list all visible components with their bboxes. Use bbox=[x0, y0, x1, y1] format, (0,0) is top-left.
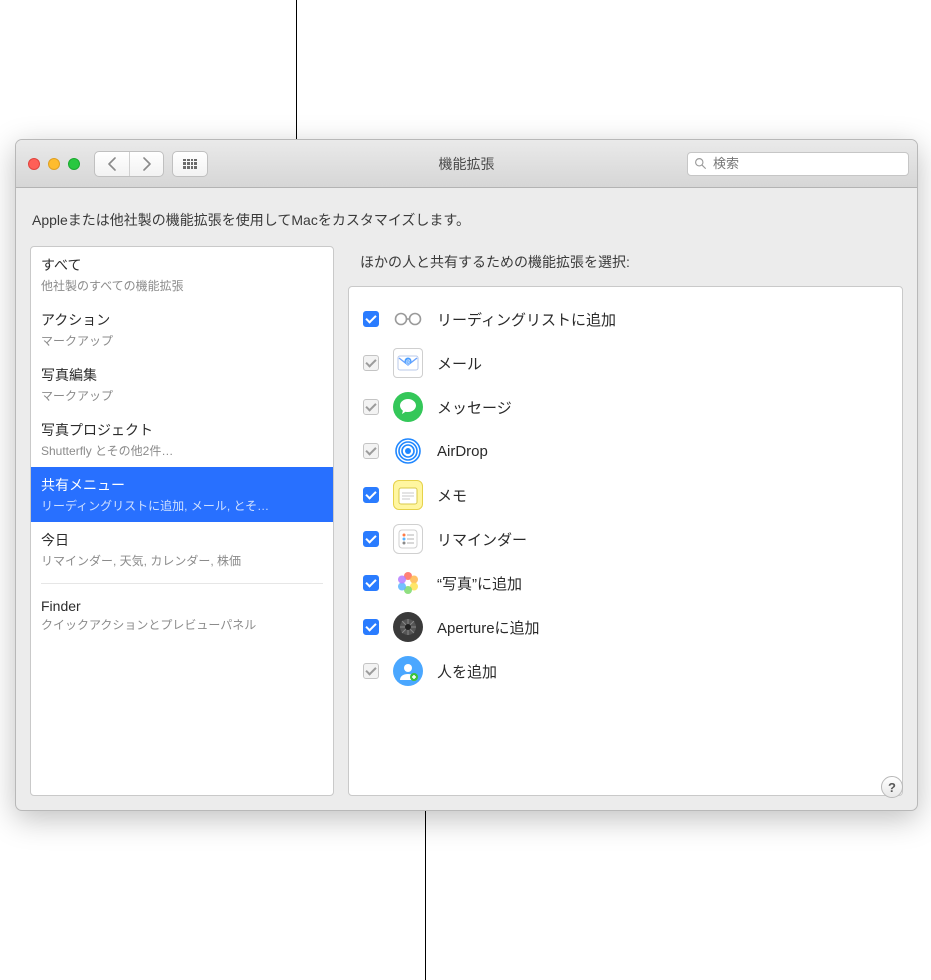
help-button[interactable]: ? bbox=[881, 776, 903, 798]
window-title: 機能拡張 bbox=[439, 154, 495, 174]
detail-heading: ほかの人と共有するための機能拡張を選択: bbox=[348, 246, 903, 286]
extension-checkbox[interactable] bbox=[363, 531, 379, 547]
minimize-icon[interactable] bbox=[48, 158, 60, 170]
chevron-right-icon bbox=[141, 157, 152, 171]
extension-row: リマインダー bbox=[363, 517, 888, 561]
extension-checkbox[interactable] bbox=[363, 311, 379, 327]
reminders-icon bbox=[393, 524, 423, 554]
detail-pane: ほかの人と共有するための機能拡張を選択: リーディングリストに追加 @ メールメッセ… bbox=[348, 246, 903, 796]
category-sidebar: すべて他社製のすべての機能拡張アクションマークアップ写真編集マークアップ写真プロ… bbox=[30, 246, 334, 796]
back-button[interactable] bbox=[95, 152, 129, 176]
sidebar-item-title: 写真編集 bbox=[41, 365, 323, 385]
sidebar-item-subtitle: マークアップ bbox=[41, 332, 323, 349]
extension-row: メッセージ bbox=[363, 385, 888, 429]
extension-checkbox bbox=[363, 663, 379, 679]
sidebar-item-title: Finder bbox=[41, 598, 323, 614]
sidebar-item[interactable]: 写真編集マークアップ bbox=[31, 357, 333, 412]
extension-checkbox bbox=[363, 443, 379, 459]
extension-checkbox[interactable] bbox=[363, 487, 379, 503]
content-area: すべて他社製のすべての機能拡張アクションマークアップ写真編集マークアップ写真プロ… bbox=[16, 246, 917, 810]
extension-label: メール bbox=[437, 353, 482, 374]
sidebar-separator bbox=[41, 583, 323, 584]
extension-label: AirDrop bbox=[437, 443, 488, 460]
extension-label: メッセージ bbox=[437, 397, 512, 418]
aperture-icon bbox=[393, 612, 423, 642]
forward-button[interactable] bbox=[129, 152, 163, 176]
titlebar: 機能拡張 bbox=[16, 140, 917, 188]
sidebar-item[interactable]: Finder クイックアクションとプレビューパネル bbox=[31, 590, 333, 641]
messages-icon bbox=[393, 392, 423, 422]
extension-checkbox bbox=[363, 355, 379, 371]
sidebar-item-title: すべて bbox=[41, 255, 323, 275]
notes-icon bbox=[393, 480, 423, 510]
extension-row: リーディングリストに追加 bbox=[363, 297, 888, 341]
chevron-left-icon bbox=[107, 157, 118, 171]
extension-row: メモ bbox=[363, 473, 888, 517]
sidebar-item-subtitle: リマインダー, 天気, カレンダー, 株価 bbox=[41, 552, 323, 569]
preferences-window: 機能拡張 Appleまたは他社製の機能拡張を使用してMacをカスタマイズします。… bbox=[15, 139, 918, 811]
extension-label: リーディングリストに追加 bbox=[437, 309, 616, 330]
window-controls bbox=[28, 158, 80, 170]
extension-label: メモ bbox=[437, 485, 467, 506]
mail-icon: @ bbox=[393, 348, 423, 378]
extension-row: “写真”に追加 bbox=[363, 561, 888, 605]
search-field[interactable] bbox=[687, 152, 909, 176]
nav-group bbox=[94, 151, 164, 177]
sidebar-item[interactable]: すべて他社製のすべての機能拡張 bbox=[31, 247, 333, 302]
sidebar-item-subtitle: マークアップ bbox=[41, 387, 323, 404]
extension-row: @ メール bbox=[363, 341, 888, 385]
sidebar-item-title: 今日 bbox=[41, 530, 323, 550]
extension-checkbox[interactable] bbox=[363, 619, 379, 635]
sidebar-item[interactable]: 写真プロジェクト Shutterfly とその他2件… bbox=[31, 412, 333, 467]
sidebar-item[interactable]: アクションマークアップ bbox=[31, 302, 333, 357]
page-subtitle: Appleまたは他社製の機能拡張を使用してMacをカスタマイズします。 bbox=[16, 188, 917, 246]
extension-checkbox bbox=[363, 399, 379, 415]
photos-icon bbox=[393, 568, 423, 598]
glasses-icon bbox=[393, 304, 423, 334]
sidebar-item-subtitle: 他社製のすべての機能拡張 bbox=[41, 277, 323, 294]
sidebar-item-subtitle: Shutterfly とその他2件… bbox=[41, 442, 323, 459]
extension-row: 人を追加 bbox=[363, 649, 888, 693]
svg-text:@: @ bbox=[405, 360, 410, 366]
sidebar-item[interactable]: 今日リマインダー, 天気, カレンダー, 株価 bbox=[31, 522, 333, 577]
sidebar-item-subtitle: クイックアクションとプレビューパネル bbox=[41, 616, 323, 633]
search-icon bbox=[694, 157, 707, 170]
extension-label: 人を追加 bbox=[437, 661, 497, 682]
close-icon[interactable] bbox=[28, 158, 40, 170]
airdrop-icon bbox=[393, 436, 423, 466]
extension-label: Apertureに追加 bbox=[437, 617, 540, 638]
extension-checkbox[interactable] bbox=[363, 575, 379, 591]
extension-label: “写真”に追加 bbox=[437, 573, 522, 594]
extension-row: AirDrop bbox=[363, 429, 888, 473]
sidebar-item[interactable]: 共有メニューリーディングリストに追加, メール, とそ… bbox=[31, 467, 333, 522]
grid-icon bbox=[183, 159, 197, 169]
sidebar-item-title: 共有メニュー bbox=[41, 475, 323, 495]
sidebar-item-title: 写真プロジェクト bbox=[41, 420, 323, 440]
zoom-icon[interactable] bbox=[68, 158, 80, 170]
sidebar-item-subtitle: リーディングリストに追加, メール, とそ… bbox=[41, 497, 323, 514]
search-input[interactable] bbox=[713, 156, 902, 171]
extension-list: リーディングリストに追加 @ メールメッセージ AirDrop メモリマインダー “写真”… bbox=[348, 286, 903, 796]
people-icon bbox=[393, 656, 423, 686]
extension-row: Apertureに追加 bbox=[363, 605, 888, 649]
show-all-button[interactable] bbox=[172, 151, 208, 177]
extension-label: リマインダー bbox=[437, 529, 527, 550]
sidebar-item-title: アクション bbox=[41, 310, 323, 330]
